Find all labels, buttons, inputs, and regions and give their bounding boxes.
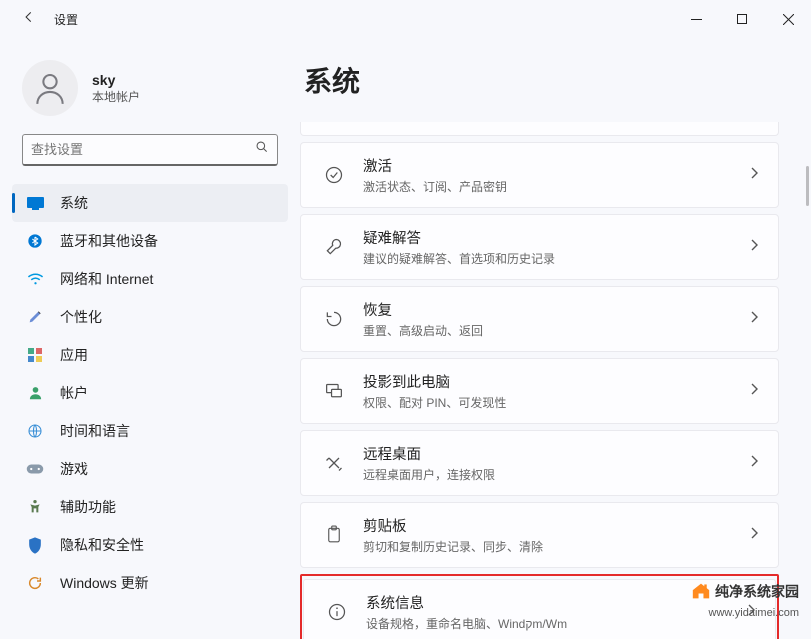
bluetooth-icon bbox=[26, 232, 44, 250]
sidebar-item-system[interactable]: 系统 bbox=[12, 184, 288, 222]
card-clipboard[interactable]: 剪贴板剪切和复制历史记录、同步、清除 bbox=[300, 502, 779, 568]
chevron-right-icon bbox=[750, 526, 758, 544]
watermark-brand: 纯净系统家园 bbox=[715, 584, 799, 600]
card-title: 激活 bbox=[363, 155, 750, 176]
nav-label: 辅助功能 bbox=[60, 497, 116, 517]
chevron-right-icon bbox=[750, 382, 758, 400]
main-panel: 系统 激活激活状态、订阅、产品密钥 疑难解答建议的疑难解答、首选项和历史记录 恢… bbox=[300, 38, 811, 639]
card-sub: 激活状态、订阅、产品密钥 bbox=[363, 178, 750, 195]
card-sub: 重置、高级启动、返回 bbox=[363, 322, 750, 339]
sidebar-item-network[interactable]: 网络和 Internet bbox=[12, 260, 288, 298]
card-title: 恢复 bbox=[363, 299, 750, 320]
card-sub: 设备规格，重命名电脑、Windקm/Wm bbox=[366, 615, 747, 632]
user-name: sky bbox=[92, 72, 140, 88]
check-circle-icon bbox=[321, 165, 347, 185]
clipboard-icon bbox=[321, 525, 347, 545]
sidebar-item-accounts[interactable]: 帐户 bbox=[12, 374, 288, 412]
accessibility-icon bbox=[26, 498, 44, 516]
chevron-right-icon bbox=[750, 310, 758, 328]
sidebar-item-update[interactable]: Windows 更新 bbox=[12, 564, 288, 602]
card-title: 系统信息 bbox=[366, 592, 747, 613]
chevron-right-icon bbox=[750, 166, 758, 184]
page-title: 系统 bbox=[300, 60, 779, 100]
nav-label: 系统 bbox=[60, 193, 88, 213]
sidebar-item-apps[interactable]: 应用 bbox=[12, 336, 288, 374]
maximize-button[interactable] bbox=[719, 0, 765, 38]
house-icon bbox=[691, 582, 711, 605]
brush-icon bbox=[26, 308, 44, 326]
search-field[interactable] bbox=[31, 142, 255, 157]
sidebar-item-accessibility[interactable]: 辅助功能 bbox=[12, 488, 288, 526]
chevron-right-icon bbox=[750, 238, 758, 256]
nav-label: 隐私和安全性 bbox=[60, 535, 144, 555]
sidebar-item-bluetooth[interactable]: 蓝牙和其他设备 bbox=[12, 222, 288, 260]
back-button[interactable] bbox=[22, 10, 36, 29]
chevron-right-icon bbox=[750, 454, 758, 472]
nav-label: 蓝牙和其他设备 bbox=[60, 231, 158, 251]
info-icon bbox=[324, 602, 350, 622]
sidebar-item-time[interactable]: 时间和语言 bbox=[12, 412, 288, 450]
minimize-button[interactable] bbox=[673, 0, 719, 38]
avatar bbox=[22, 60, 78, 116]
scrollbar[interactable] bbox=[806, 166, 809, 206]
card-title: 剪贴板 bbox=[363, 515, 750, 536]
nav-label: 应用 bbox=[60, 345, 88, 365]
card-project[interactable]: 投影到此电脑权限、配对 PIN、可发现性 bbox=[300, 358, 779, 424]
card-activation[interactable]: 激活激活状态、订阅、产品密钥 bbox=[300, 142, 779, 208]
user-block[interactable]: sky 本地帐户 bbox=[0, 50, 300, 134]
nav-label: 个性化 bbox=[60, 307, 102, 327]
update-icon bbox=[26, 574, 44, 592]
shield-icon bbox=[26, 536, 44, 554]
nav-label: 游戏 bbox=[60, 459, 88, 479]
search-icon bbox=[255, 140, 269, 159]
sidebar-item-personalize[interactable]: 个性化 bbox=[12, 298, 288, 336]
user-subtitle: 本地帐户 bbox=[92, 88, 140, 105]
card-title: 远程桌面 bbox=[363, 443, 750, 464]
titlebar: 设置 bbox=[0, 0, 811, 38]
card-remote[interactable]: 远程桌面远程桌面用户，连接权限 bbox=[300, 430, 779, 496]
sidebar: sky 本地帐户 系统 蓝牙和其他设备 bbox=[0, 38, 300, 639]
wifi-icon bbox=[26, 270, 44, 288]
gamepad-icon bbox=[26, 460, 44, 478]
search-input[interactable] bbox=[22, 134, 278, 166]
nav-label: 网络和 Internet bbox=[60, 269, 153, 289]
nav-list: 系统 蓝牙和其他设备 网络和 Internet 个性化 应用 bbox=[0, 178, 300, 602]
close-button[interactable] bbox=[765, 0, 811, 38]
nav-label: 帐户 bbox=[60, 383, 88, 403]
window-title: 设置 bbox=[54, 11, 78, 28]
sidebar-item-privacy[interactable]: 隐私和安全性 bbox=[12, 526, 288, 564]
card-title: 投影到此电脑 bbox=[363, 371, 750, 392]
apps-icon bbox=[26, 346, 44, 364]
card-sub: 远程桌面用户，连接权限 bbox=[363, 466, 750, 483]
watermark-url: www.yidaimei.com bbox=[691, 606, 799, 621]
card-sub: 权限、配对 PIN、可发现性 bbox=[363, 394, 750, 411]
card-troubleshoot[interactable]: 疑难解答建议的疑难解答、首选项和历史记录 bbox=[300, 214, 779, 280]
project-icon bbox=[321, 382, 347, 400]
nav-label: Windows 更新 bbox=[60, 573, 149, 593]
card-title: 疑难解答 bbox=[363, 227, 750, 248]
card-sub: 建议的疑难解答、首选项和历史记录 bbox=[363, 250, 750, 267]
person-icon bbox=[26, 384, 44, 402]
nav-label: 时间和语言 bbox=[60, 421, 130, 441]
wrench-icon bbox=[321, 237, 347, 257]
globe-icon bbox=[26, 422, 44, 440]
system-icon bbox=[26, 194, 44, 212]
watermark: 纯净系统家园 www.yidaimei.com bbox=[691, 582, 799, 621]
card-sub: 剪切和复制历史记录、同步、清除 bbox=[363, 538, 750, 555]
card-recovery[interactable]: 恢复重置、高级启动、返回 bbox=[300, 286, 779, 352]
sidebar-item-gaming[interactable]: 游戏 bbox=[12, 450, 288, 488]
remote-icon bbox=[321, 453, 347, 473]
recovery-icon bbox=[321, 309, 347, 329]
previous-card-edge bbox=[300, 122, 779, 136]
